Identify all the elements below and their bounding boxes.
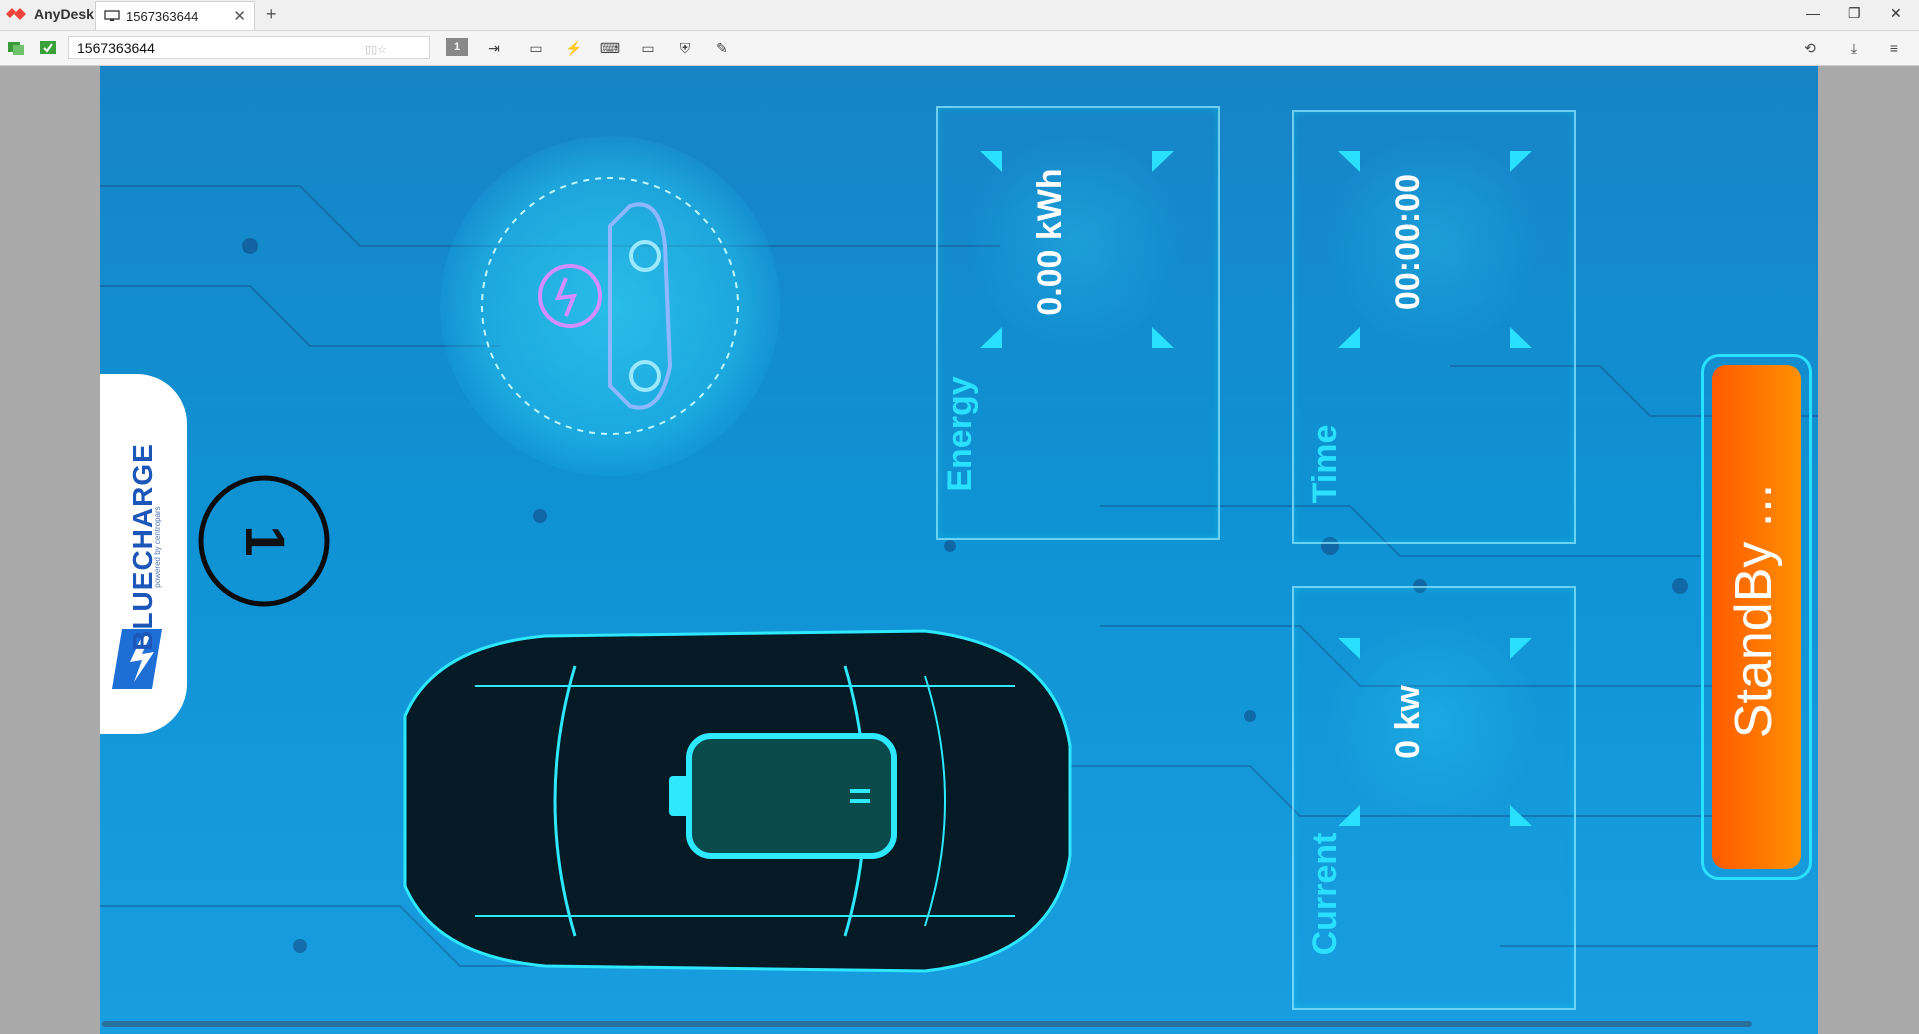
close-tab-icon[interactable]: ✕ [233, 7, 246, 25]
horizontal-scrollbar[interactable] [102, 1021, 1752, 1027]
tab-title: 1567363644 [126, 8, 199, 24]
new-tab-button[interactable]: + [266, 4, 277, 25]
anydesk-brand: AnyDesk [6, 6, 94, 22]
connection-status-icon[interactable] [6, 38, 26, 58]
history-icon[interactable]: ⟲ [1800, 38, 1820, 58]
whiteboard-icon[interactable]: ✎ [712, 38, 732, 58]
address-field-icons: ▯▯☆ [365, 43, 387, 56]
keyboard-icon[interactable]: ⌨ [600, 38, 620, 58]
restore-button[interactable]: ❐ [1848, 5, 1861, 22]
app-name: AnyDesk [34, 6, 94, 22]
download-icon[interactable]: ⤓ [1844, 38, 1864, 58]
chat-icon[interactable]: ▭ [526, 38, 546, 58]
remote-screen[interactable]: 1 BLUECHARGE powered by centropars 0.00 … [100, 66, 1818, 1034]
secure-connection-icon [38, 38, 58, 58]
display-icon[interactable]: ▭ [638, 38, 658, 58]
actions-icon[interactable]: ⚡ [564, 38, 584, 58]
close-window-button[interactable]: ✕ [1890, 5, 1902, 22]
gauge-arrows [980, 151, 1532, 826]
tab-bar: AnyDesk 1567363644 ✕ + — ❐ ✕ [0, 0, 1919, 31]
permissions-icon[interactable]: ⛨ [675, 38, 695, 58]
standby-button[interactable]: StandBy ... [1701, 354, 1812, 880]
menu-icon[interactable]: ≡ [1884, 38, 1904, 58]
monitor-select-button[interactable]: 1 [446, 38, 468, 56]
minimize-button[interactable]: — [1806, 5, 1820, 21]
session-tab[interactable]: 1567363644 ✕ [95, 1, 255, 30]
monitor-icon [104, 10, 120, 21]
session-toolbar: 1567363644 ▯▯☆ 1 ⇥ ▭ ⚡ ⌨ ▭ ⛨ ✎ ⟲ ⤓ ≡ [0, 31, 1919, 66]
standby-label: StandBy ... [1725, 483, 1783, 739]
file-transfer-icon[interactable]: ⇥ [484, 38, 504, 58]
anydesk-logo-icon [6, 8, 26, 20]
